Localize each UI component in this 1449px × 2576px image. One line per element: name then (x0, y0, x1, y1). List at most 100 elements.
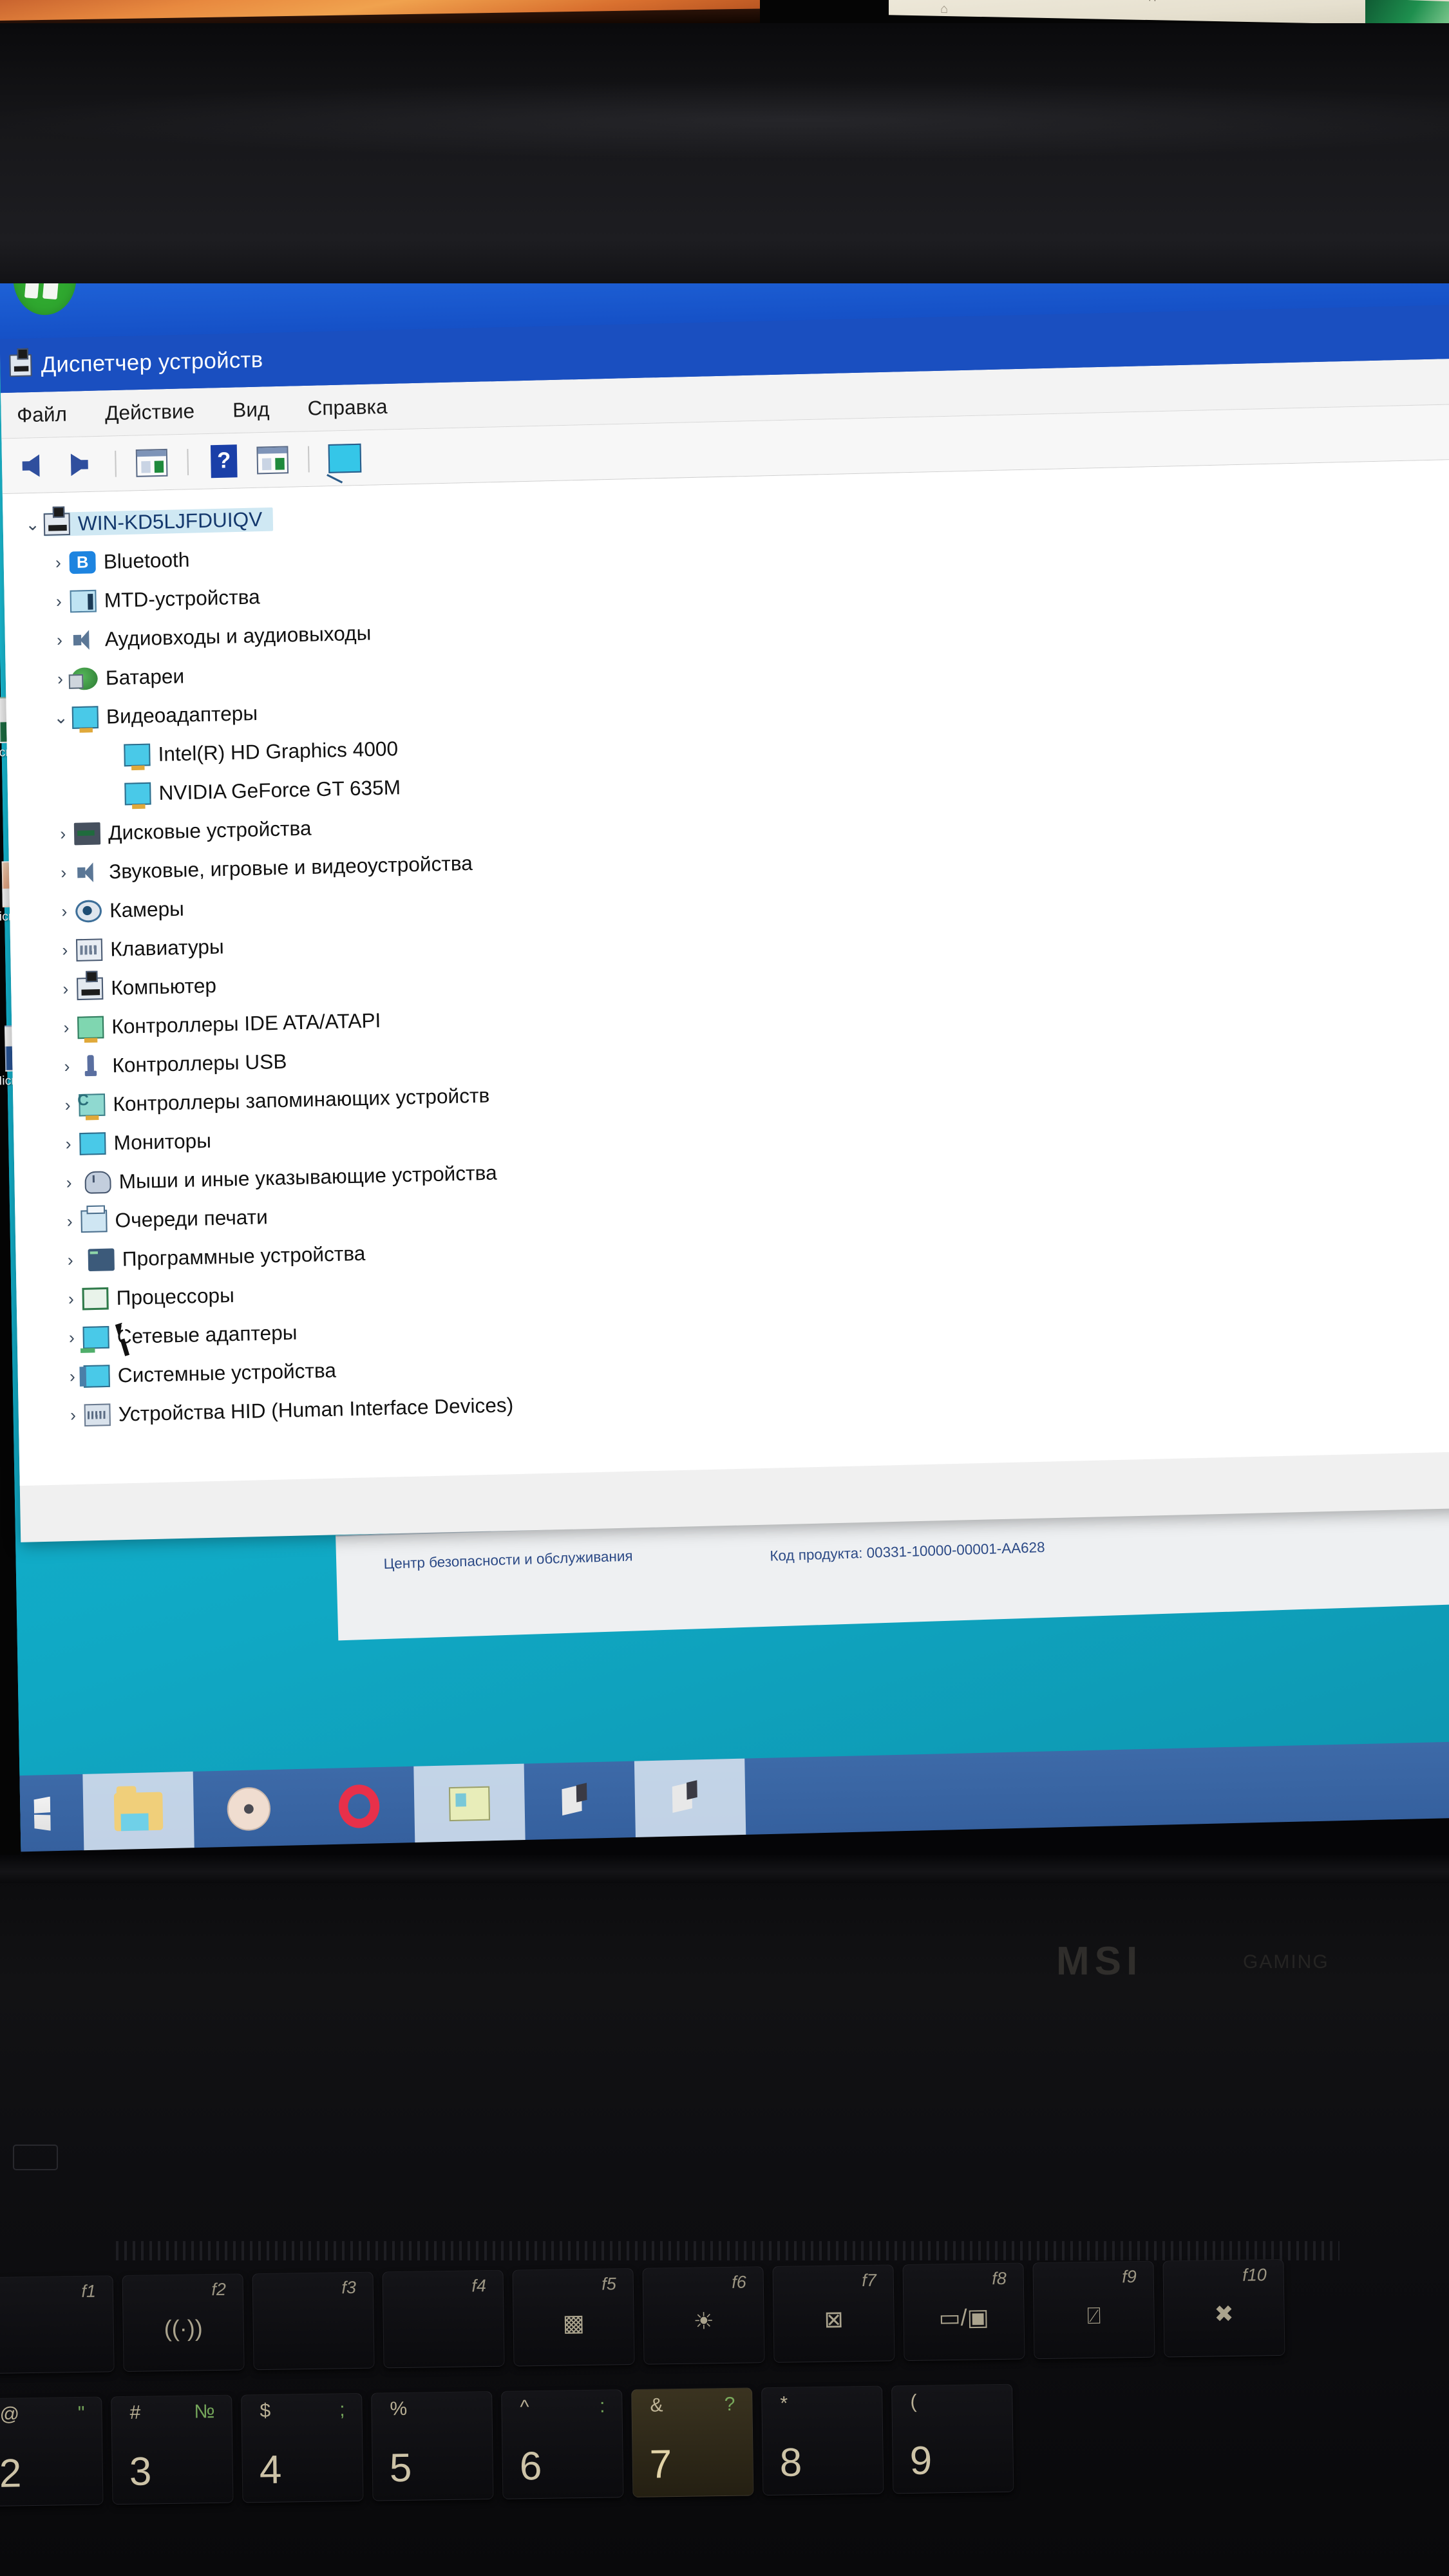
tree-node-label: Программные устройства (122, 1241, 366, 1271)
chevron-right-icon[interactable]: › (59, 1250, 82, 1271)
number-key-row[interactable]: @ " 2 # № 3 $; 4% 5 ^:6 &? 7 * 8(9 (0, 2383, 1014, 2507)
key-4[interactable]: $; 4 (241, 2392, 364, 2503)
system-device-icon (83, 1364, 110, 1388)
properties-button[interactable] (133, 444, 171, 481)
help-button[interactable]: ? (205, 442, 243, 479)
forward-button[interactable] (61, 446, 98, 483)
window-icon (448, 1786, 491, 1822)
device-manager-icon (9, 354, 32, 377)
chevron-right-icon[interactable]: › (55, 1018, 77, 1038)
taskbar-window-1[interactable] (413, 1763, 526, 1844)
chevron-right-icon[interactable]: › (52, 862, 75, 883)
tree-node-content[interactable]: Аудиовходы и аудиовыходы (71, 621, 372, 652)
tree-node-content[interactable]: Компьютер (76, 974, 216, 1001)
key-7[interactable]: &? 7 (631, 2387, 754, 2498)
key-6[interactable]: ^: 6 (501, 2389, 624, 2499)
key-f9[interactable]: f9 ⍁ (1032, 2260, 1155, 2360)
chevron-right-icon[interactable]: › (62, 1405, 84, 1425)
back-button[interactable] (12, 447, 50, 484)
chevron-right-icon[interactable]: › (56, 1095, 79, 1115)
menu-item-file[interactable]: Файл (13, 399, 71, 430)
tree-node-content[interactable]: MTD-устройства (70, 585, 260, 613)
chevron-right-icon[interactable]: › (54, 978, 77, 999)
tree-node-content[interactable]: Видеоадаптеры (71, 701, 258, 730)
usb-icon (78, 1054, 104, 1077)
chevron-right-icon[interactable]: › (48, 591, 70, 612)
tree-node-content[interactable]: Устройства HID (Human Interface Devices) (84, 1393, 514, 1426)
tree-node-content[interactable]: NVIDIA GeForce GT 635M (124, 775, 401, 806)
key-glyph: ☀ (693, 2307, 715, 2334)
tree-node-content[interactable]: Дисковые устройства (73, 817, 312, 846)
key-9[interactable]: (9 (891, 2383, 1014, 2494)
chevron-right-icon[interactable]: › (58, 1172, 80, 1193)
keyboard[interactable]: f1 f2 ((·)) f3 f4 f5 ▩ f6 ☀ f7 ⊠ f8 ▭/▣ f9 ⍁ f10 ✖ @ " 2 # №… (0, 2257, 1449, 2508)
scan-hardware-button[interactable] (326, 439, 363, 477)
taskbar-disc-app[interactable] (193, 1769, 305, 1849)
key-3[interactable]: # № 3 (111, 2394, 234, 2505)
tree-node-content[interactable]: Intel(R) HD Graphics 4000 (124, 737, 398, 767)
key-shift-label: ^ (520, 2396, 529, 2418)
key-fn-label: f7 (862, 2270, 877, 2291)
key-shift-label: * (780, 2392, 788, 2414)
chevron-right-icon[interactable]: › (47, 553, 70, 573)
chevron-down-icon[interactable]: ⌄ (21, 514, 44, 535)
chevron-right-icon[interactable]: › (52, 824, 74, 844)
chevron-right-icon[interactable]: › (59, 1211, 81, 1232)
show-details-button[interactable] (254, 441, 291, 478)
chevron-right-icon[interactable]: › (53, 901, 75, 922)
key-f7[interactable]: f7 ⊠ (772, 2264, 895, 2363)
chevron-right-icon[interactable]: › (55, 1056, 78, 1077)
taskbar-window-3[interactable] (634, 1758, 746, 1839)
key-fn-label: f3 (341, 2277, 357, 2298)
tree-node-content[interactable]: WIN-KD5LJFDUIQV (43, 507, 273, 536)
key-5[interactable]: % 5 (371, 2391, 494, 2501)
chevron-right-icon[interactable]: › (60, 1289, 82, 1309)
key-f2[interactable]: f2 ((·)) (122, 2273, 245, 2372)
battery-icon (71, 667, 98, 690)
menu-item-help[interactable]: Справка (303, 392, 392, 423)
key-f1[interactable]: f1 (0, 2275, 115, 2374)
tree-node-content[interactable]: Системные устройства (83, 1358, 336, 1388)
tree-node-content[interactable]: Контроллеры запоминающих устройств (79, 1083, 490, 1117)
menu-item-view[interactable]: Вид (229, 395, 274, 425)
key-fn-label: f10 (1242, 2265, 1267, 2285)
key-f5[interactable]: f5 ▩ (512, 2268, 635, 2367)
device-tree[interactable]: ⌄ WIN-KD5LJFDUIQV › Bluetooth › MTD-устройств… (2, 458, 1449, 1486)
key-fn-label: f9 (1122, 2267, 1137, 2287)
chevron-right-icon[interactable]: › (57, 1133, 80, 1154)
tree-node-content[interactable]: Программные устройства (81, 1241, 366, 1272)
tree-node-content[interactable]: Звуковые, игровые и видеоустройства (75, 851, 473, 884)
tree-node-content[interactable]: Процессоры (82, 1283, 234, 1311)
key-2[interactable]: @ " 2 (0, 2396, 104, 2507)
device-manager-window[interactable]: Диспетчер устройств Файл Действие Вид Сп… (0, 283, 1449, 1542)
tree-node-content[interactable]: Батареи (71, 664, 185, 690)
chevron-down-icon[interactable]: ⌄ (50, 707, 72, 728)
menu-item-action[interactable]: Действие (101, 397, 199, 428)
toolbar-separator (187, 448, 189, 475)
key-8[interactable]: * 8 (761, 2385, 884, 2496)
chevron-right-icon[interactable]: › (48, 630, 71, 650)
key-f4[interactable]: f4 (382, 2269, 505, 2369)
chevron-right-icon[interactable]: › (53, 940, 76, 960)
chevron-right-icon[interactable]: › (61, 1327, 83, 1348)
tree-node-content[interactable]: Контроллеры USB (78, 1050, 287, 1078)
key-f6[interactable]: f6 ☀ (642, 2266, 765, 2365)
window-title: Диспетчер устройств (41, 346, 263, 377)
tree-node-content[interactable]: Очереди печати (80, 1205, 268, 1233)
key-f8[interactable]: f8 ▭/▣ (902, 2262, 1025, 2362)
tree-node-content[interactable]: Мониторы (79, 1129, 211, 1156)
details-pane-icon (256, 445, 289, 474)
taskbar-file-explorer[interactable] (82, 1771, 194, 1852)
taskbar-window-2[interactable] (524, 1761, 636, 1841)
tree-node-content[interactable]: Bluetooth (69, 548, 190, 574)
tree-node-content[interactable]: Контроллеры IDE ATA/ATAPI (77, 1009, 381, 1039)
function-key-row[interactable]: f1 f2 ((·)) f3 f4 f5 ▩ f6 ☀ f7 ⊠ f8 ▭/▣ f9 ⍁ f10 ✖ (0, 2259, 1285, 2374)
tree-node-label: MTD-устройства (104, 585, 260, 612)
start-button[interactable] (19, 1774, 84, 1853)
taskbar-opera-browser[interactable] (303, 1766, 415, 1846)
tree-node-content[interactable]: Камеры (75, 897, 184, 923)
tree-node-content[interactable]: Клавиатуры (75, 934, 224, 961)
tree-node-content[interactable]: Мыши и иные указывающие устройства (80, 1161, 497, 1195)
key-f10[interactable]: f10 ✖ (1162, 2259, 1285, 2358)
key-f3[interactable]: f3 (252, 2271, 375, 2371)
